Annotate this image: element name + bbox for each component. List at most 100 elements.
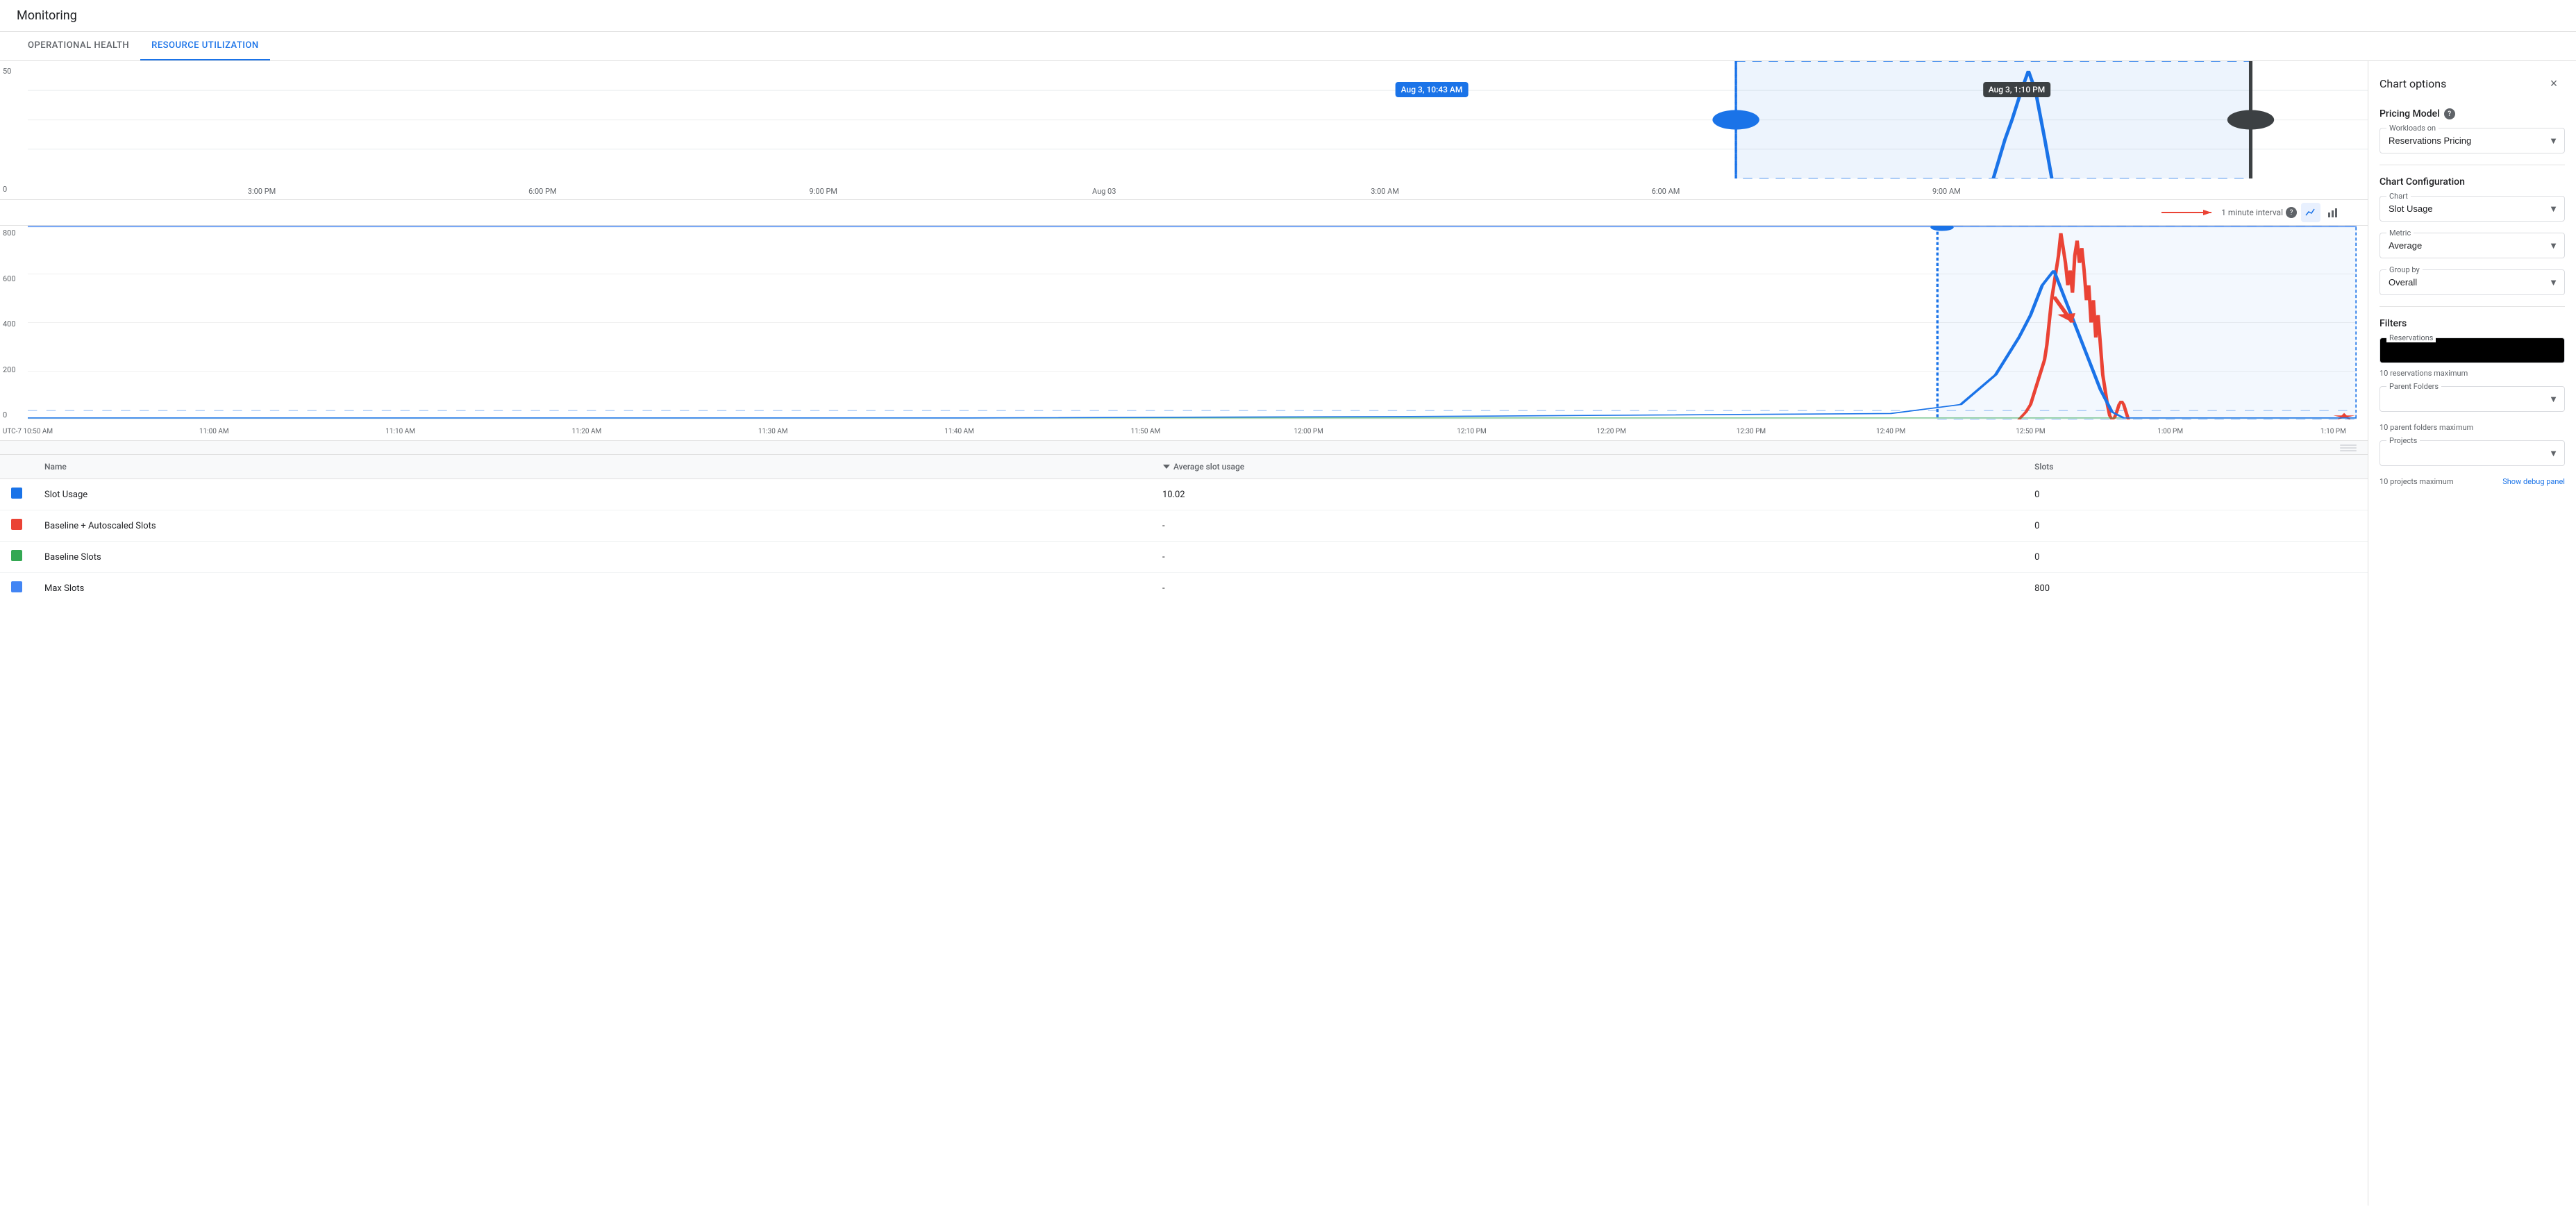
interval-help-icon[interactable]: ? — [2286, 207, 2297, 218]
reservations-filter: Reservations — [2380, 338, 2565, 363]
groupby-dropdown[interactable]: Group by Overall ▼ — [2380, 269, 2565, 295]
main-chart-svg-wrapper: ★ 0 — [28, 226, 2357, 419]
row3-slots: 0 — [2023, 542, 2368, 573]
x-tick-3: 11:20 AM — [572, 428, 602, 435]
reservations-label: Reservations — [2386, 333, 2436, 342]
reservations-hint: 10 reservations maximum — [2380, 369, 2565, 378]
th-color — [0, 455, 33, 479]
x-label-aug03: Aug 03 — [1092, 187, 1116, 196]
overview-chart-container[interactable]: Aug 3, 10:43 AM Aug 3, 1:10 PM — [28, 61, 2368, 178]
close-button[interactable]: × — [2543, 72, 2565, 94]
overview-y-labels: 50 0 — [0, 61, 28, 199]
y-label-50: 50 — [3, 67, 25, 76]
row1-slots: 0 — [2023, 479, 2368, 510]
data-table: Name Average slot usage Slots — [0, 455, 2368, 604]
chart-config-section-label: Chart Configuration — [2380, 176, 2565, 188]
red-arrow-icon — [2161, 206, 2217, 219]
parent-folders-dropdown[interactable]: Parent Folders ▼ — [2380, 386, 2565, 412]
main-chart[interactable]: 800 600 400 200 0 — [0, 226, 2368, 441]
chart-type-icons — [2301, 203, 2343, 222]
table-header-row: Name Average slot usage Slots — [0, 455, 2368, 479]
workloads-label: Workloads on — [2386, 124, 2439, 133]
table-row: Baseline + Autoscaled Slots - 0 — [0, 510, 2368, 542]
row2-name: Baseline + Autoscaled Slots — [33, 510, 1151, 542]
x-label-9pm: 9:00 PM — [810, 187, 837, 196]
x-tick-14: 1:10 PM — [2320, 428, 2346, 435]
x-label-9am: 9:00 AM — [1932, 187, 1961, 196]
projects-dropdown[interactable]: Projects ▼ — [2380, 440, 2565, 466]
tab-resource-utilization[interactable]: RESOURCE UTILIZATION — [140, 32, 269, 60]
row2-avg: - — [1151, 510, 2023, 542]
x-tick-10: 12:30 PM — [1737, 428, 1766, 435]
y-label-0: 0 — [3, 185, 25, 194]
scrollbar-grip-icon — [2340, 443, 2357, 453]
row1-name: Slot Usage — [33, 479, 1151, 510]
table-row: Baseline Slots - 0 — [0, 542, 2368, 573]
x-tick-5: 11:40 AM — [944, 428, 974, 435]
row1-color — [0, 479, 33, 510]
pricing-help-icon[interactable]: ? — [2444, 108, 2455, 119]
table-row: Slot Usage 10.02 0 — [0, 479, 2368, 510]
scrollbar-area[interactable] — [0, 441, 2368, 455]
th-name[interactable]: Name — [33, 455, 1151, 479]
x-tick-9: 12:20 PM — [1597, 428, 1626, 435]
tooltip-start: Aug 3, 10:43 AM — [1396, 82, 1469, 97]
row4-name: Max Slots — [33, 573, 1151, 604]
parent-folders-hint: 10 parent folders maximum — [2380, 423, 2565, 432]
debug-link[interactable]: Show debug panel — [2502, 477, 2565, 486]
chart-label: Chart — [2386, 192, 2411, 201]
row2-slots: 0 — [2023, 510, 2368, 542]
x-tick-13: 1:00 PM — [2157, 428, 2183, 435]
bar-chart-icon[interactable] — [2323, 203, 2343, 222]
chart-dropdown[interactable]: Chart Slot Usage ▼ — [2380, 196, 2565, 222]
y-400: 400 — [3, 319, 25, 328]
workloads-dropdown[interactable]: Workloads on Reservations Pricing ▼ — [2380, 128, 2565, 153]
row2-legend-dot — [11, 519, 22, 530]
row3-legend-dot — [11, 550, 22, 561]
metric-label: Metric — [2386, 228, 2414, 238]
row3-avg: - — [1151, 542, 2023, 573]
chart-area: 50 0 — [0, 61, 2368, 1206]
row4-slots: 800 — [2023, 573, 2368, 604]
sidebar: Chart options × Pricing Model ? Workload… — [2368, 61, 2576, 1206]
pricing-model-section-label: Pricing Model ? — [2380, 108, 2565, 119]
controls-bar: 1 minute interval ? — [0, 200, 2368, 226]
x-tick-1: 11:00 AM — [199, 428, 229, 435]
app-header: Monitoring — [0, 0, 2576, 32]
tab-operational-health[interactable]: OPERATIONAL HEALTH — [17, 32, 140, 60]
x-tick-12: 12:50 PM — [2016, 428, 2045, 435]
y-600: 600 — [3, 274, 25, 283]
x-label-3pm: 3:00 PM — [248, 187, 276, 196]
th-slots[interactable]: Slots — [2023, 455, 2368, 479]
metric-dropdown[interactable]: Metric Average ▼ — [2380, 233, 2565, 258]
row4-legend-dot — [11, 581, 22, 592]
timeline-overview[interactable]: 50 0 — [0, 61, 2368, 200]
tab-bar: OPERATIONAL HEALTH RESOURCE UTILIZATION — [0, 32, 2576, 61]
filters-title: Filters — [2380, 318, 2565, 329]
th-avg-slot-usage[interactable]: Average slot usage — [1151, 455, 2023, 479]
groupby-label: Group by — [2386, 265, 2423, 274]
table-row: Max Slots - 800 — [0, 573, 2368, 604]
x-tick-0: UTC-7 10:50 AM — [3, 428, 53, 435]
line-chart-icon[interactable] — [2301, 203, 2320, 222]
row4-avg: - — [1151, 573, 2023, 604]
interval-label: 1 minute interval ? — [2221, 207, 2297, 218]
x-label-6am: 6:00 AM — [1652, 187, 1680, 196]
main-y-labels: 800 600 400 200 0 — [0, 226, 28, 419]
sort-down-icon — [1162, 463, 1171, 471]
overview-x-labels: 3:00 PM 6:00 PM 9:00 PM Aug 03 3:00 AM 6… — [28, 183, 2368, 199]
x-tick-7: 12:00 PM — [1294, 428, 1323, 435]
sidebar-title: Chart options — [2380, 77, 2446, 90]
tooltip-end: Aug 3, 1:10 PM — [1983, 82, 2051, 97]
main-layout: 50 0 — [0, 61, 2576, 1206]
main-x-labels: UTC-7 10:50 AM 11:00 AM 11:10 AM 11:20 A… — [28, 422, 2357, 440]
x-tick-11: 12:40 PM — [1876, 428, 1905, 435]
projects-label: Projects — [2386, 436, 2420, 445]
overview-svg — [28, 61, 2368, 178]
y-200: 200 — [3, 365, 25, 374]
row1-legend-dot — [11, 488, 22, 499]
divider-2 — [2380, 306, 2565, 307]
row3-color — [0, 542, 33, 573]
x-tick-2: 11:10 AM — [385, 428, 415, 435]
row4-color — [0, 573, 33, 604]
